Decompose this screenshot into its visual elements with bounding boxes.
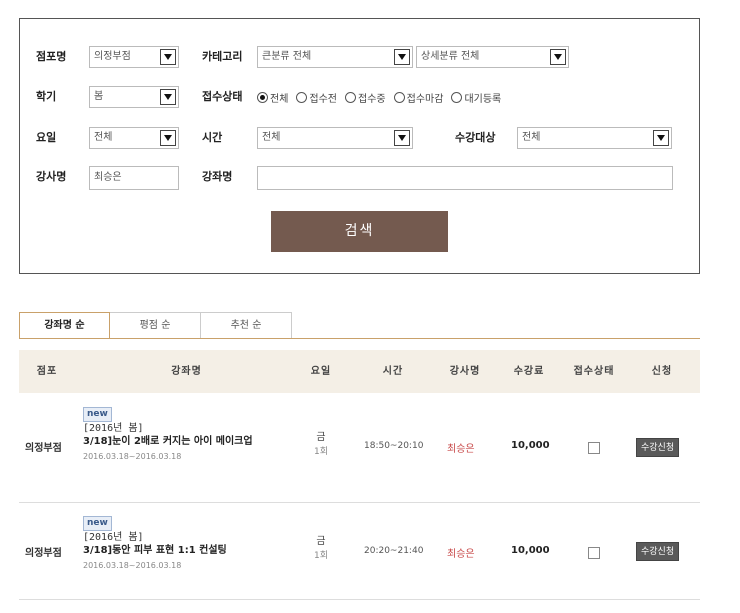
row-fee: 10,000 (511, 545, 550, 556)
teacher-input[interactable]: 최승은 (89, 166, 179, 190)
apply-button[interactable]: 수강신청 (636, 542, 680, 561)
status-radio-before[interactable]: 접수전 (296, 90, 337, 105)
row-checkbox[interactable] (588, 442, 600, 454)
row-day: 금 1회 (313, 432, 328, 457)
chevron-down-icon (160, 49, 176, 65)
header-status: 접수상태 (573, 366, 615, 377)
tab-sort-name[interactable]: 강좌명 순 (19, 312, 110, 339)
radio-icon (296, 91, 308, 103)
target-select-value: 전체 (522, 132, 541, 143)
status-radio-open[interactable]: 접수중 (345, 90, 386, 105)
course-label: 강좌명 (202, 170, 233, 183)
new-badge: new (83, 407, 112, 422)
time-select-value: 전체 (262, 132, 281, 143)
chevron-down-icon (394, 130, 410, 146)
tab-sort-rating[interactable]: 평점 순 (110, 312, 201, 339)
day-select-value: 전체 (94, 132, 113, 143)
status-radio-all[interactable]: 전체 (257, 90, 288, 105)
status-label: 접수상태 (202, 90, 243, 103)
target-label: 수강대상 (455, 131, 496, 144)
search-button[interactable]: 검색 (271, 211, 448, 252)
course-title-link[interactable]: 3/18]눈이 2배로 커지는 아이 메이크업 (83, 435, 293, 449)
tab-sort-recommend[interactable]: 추천 순 (201, 312, 292, 339)
course-period: 2016.03.18~2016.03.18 (83, 561, 182, 570)
row-course: new [2016년 봄] 3/18]눈이 2배로 커지는 아이 메이크업 20… (83, 407, 293, 463)
teacher-label: 강사명 (36, 170, 67, 183)
term-label: 학기 (36, 90, 57, 103)
course-term: [2016년 봄] (83, 532, 144, 543)
category-minor-select[interactable]: 상세분류 전체 (416, 46, 569, 68)
chevron-down-icon (160, 130, 176, 146)
category-major-value: 큰분류 전체 (262, 51, 312, 62)
radio-checked-icon (257, 91, 268, 103)
tab-divider (19, 338, 700, 339)
row-course: new [2016년 봄] 3/18]동안 피부 표현 1:1 컨설팅 2016… (83, 516, 293, 572)
chevron-down-icon (160, 89, 176, 105)
row-branch: 의정부점 (25, 443, 62, 454)
day-label: 요일 (36, 131, 57, 144)
course-period: 2016.03.18~2016.03.18 (83, 452, 182, 461)
status-radio-group: 전체 접수전 접수중 접수마감 대기등록 (257, 89, 509, 105)
new-badge: new (83, 516, 112, 531)
course-input[interactable] (257, 166, 673, 190)
branch-select-value: 의정부점 (94, 51, 131, 62)
header-apply: 신청 (651, 366, 673, 377)
teacher-input-value: 최승은 (94, 172, 122, 183)
row-fee: 10,000 (511, 440, 550, 451)
day-select[interactable]: 전체 (89, 127, 179, 149)
course-term: [2016년 봄] (83, 423, 144, 434)
table-header: 점포 강좌명 요일 시간 강사명 수강료 접수상태 신청 (19, 350, 700, 393)
status-radio-closed[interactable]: 접수마감 (393, 90, 443, 105)
header-teacher: 강사명 (449, 366, 481, 377)
row-branch: 의정부점 (25, 548, 62, 559)
radio-icon (451, 91, 463, 103)
chevron-down-icon (394, 49, 410, 65)
header-fee: 수강료 (513, 366, 545, 377)
time-select[interactable]: 전체 (257, 127, 413, 149)
header-branch: 점포 (36, 366, 58, 377)
category-minor-value: 상세분류 전체 (421, 51, 480, 62)
row-teacher: 최승은 (447, 444, 475, 455)
table-row: 의정부점 new [2016년 봄] 3/18]눈이 2배로 커지는 아이 메이… (19, 393, 700, 503)
row-day: 금 1회 (313, 536, 328, 561)
search-form: 점포명 의정부점 카테고리 큰분류 전체 상세분류 전체 학기 봄 접수상태 전… (19, 18, 700, 274)
header-day: 요일 (310, 366, 332, 377)
branch-select[interactable]: 의정부점 (89, 46, 179, 68)
row-checkbox[interactable] (588, 547, 600, 559)
course-title-link[interactable]: 3/18]동안 피부 표현 1:1 컨설팅 (83, 544, 293, 558)
sort-tabs: 강좌명 순 평점 순 추천 순 (19, 312, 292, 339)
time-label: 시간 (202, 131, 223, 144)
apply-button[interactable]: 수강신청 (636, 438, 680, 457)
term-select[interactable]: 봄 (89, 86, 179, 108)
header-time: 시간 (382, 366, 404, 377)
chevron-down-icon (653, 130, 669, 146)
table-row: 의정부점 new [2016년 봄] 3/18]동안 피부 표현 1:1 컨설팅… (19, 503, 700, 600)
branch-label: 점포명 (36, 50, 67, 63)
category-label: 카테고리 (202, 50, 243, 63)
category-major-select[interactable]: 큰분류 전체 (257, 46, 413, 68)
radio-icon (345, 91, 357, 103)
target-select[interactable]: 전체 (517, 127, 672, 149)
row-time: 20:20~21:40 (364, 546, 424, 556)
row-teacher: 최승은 (447, 549, 475, 560)
radio-icon (393, 91, 405, 103)
header-course: 강좌명 (171, 366, 202, 377)
row-time: 18:50~20:10 (364, 441, 424, 451)
chevron-down-icon (550, 49, 566, 65)
status-radio-waitlist[interactable]: 대기등록 (451, 90, 501, 105)
term-select-value: 봄 (94, 91, 104, 102)
